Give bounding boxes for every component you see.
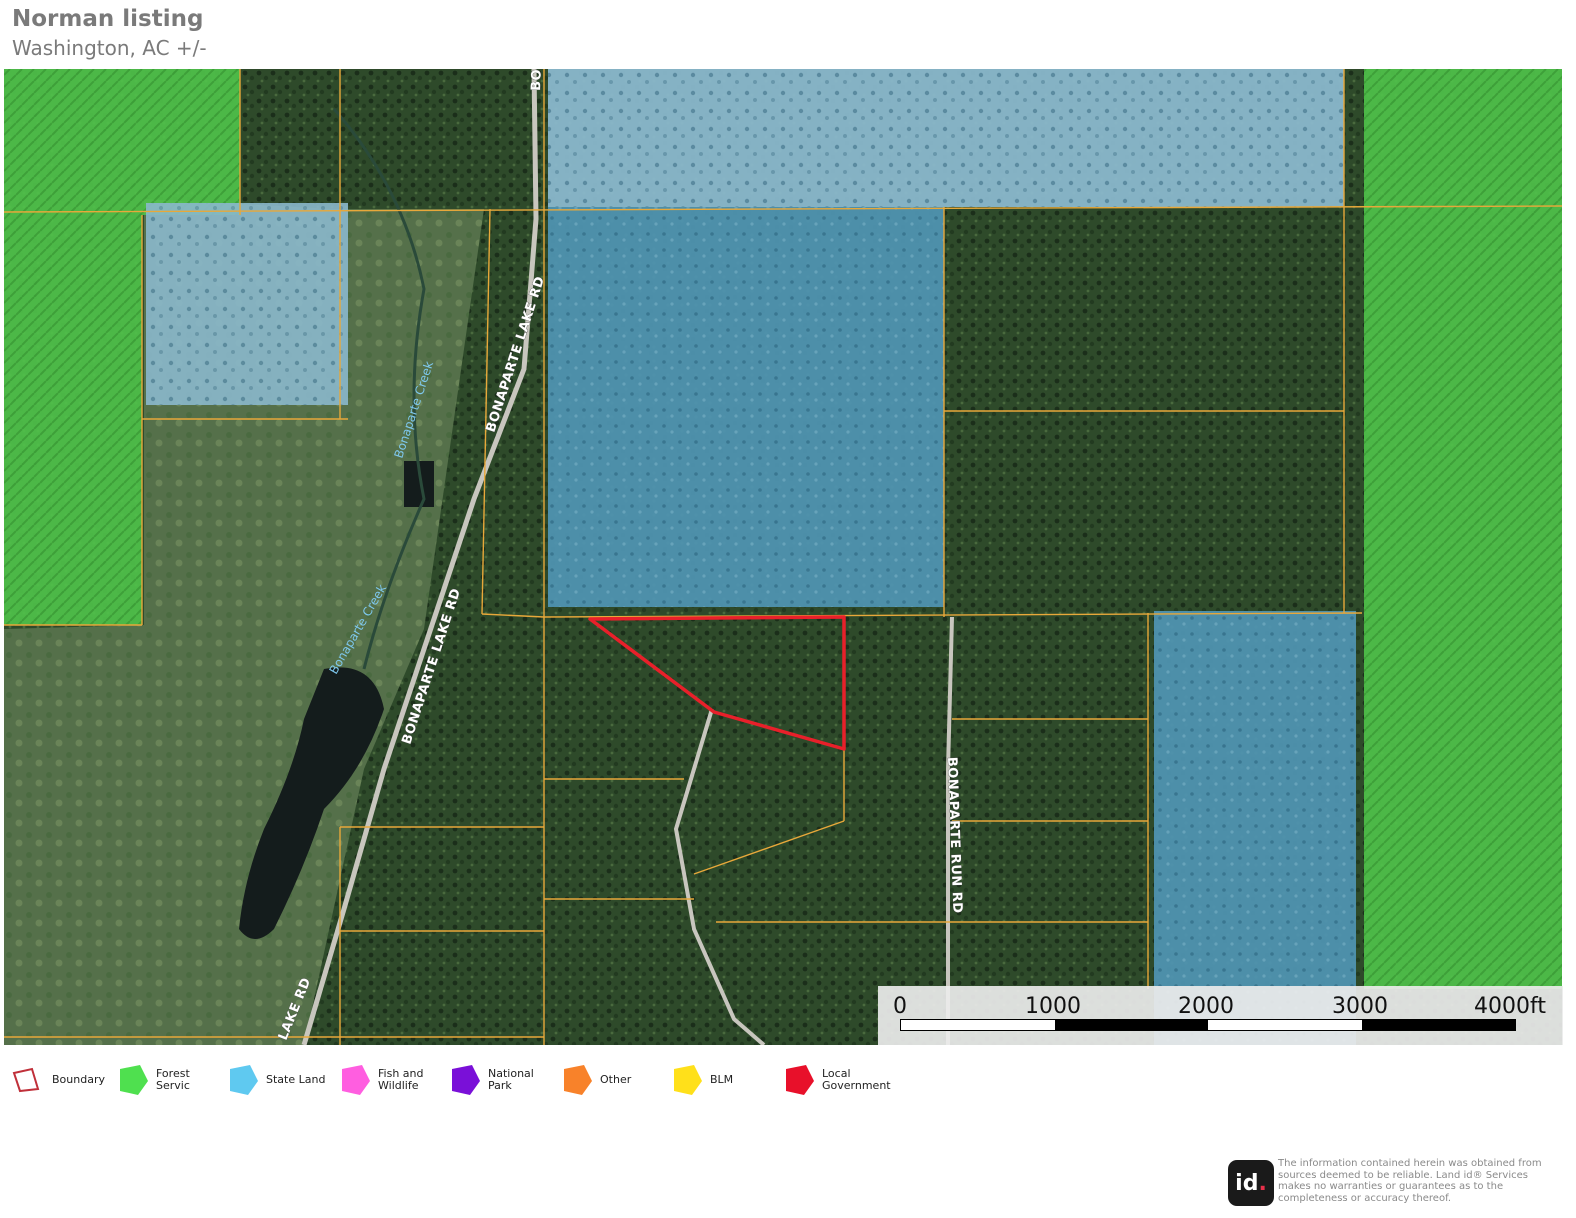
listing-subtitle: Washington, AC +/-: [12, 36, 207, 60]
scale-label-3000: 3000: [1332, 994, 1388, 1019]
road-label-top: BO: [529, 69, 545, 91]
scale-label-4000ft: 4000ft: [1474, 994, 1546, 1019]
legend-item-boundary: Boundary: [10, 1060, 116, 1100]
legend-item-other: Other: [558, 1060, 660, 1100]
state-land-swatch-icon: [230, 1065, 258, 1095]
footer: id. The information contained herein was…: [1228, 1158, 1568, 1210]
legend-label: Fish and Wildlife: [378, 1068, 424, 1092]
fish-wildlife-swatch-icon: [342, 1065, 370, 1095]
legend-label: Boundary: [52, 1074, 105, 1086]
scale-segment: [1361, 1020, 1515, 1030]
legend-item-forest-service: Forest Servic: [114, 1060, 222, 1100]
legend-label: Forest Servic: [156, 1068, 190, 1092]
scale-label-0: 0: [893, 994, 907, 1019]
legend-label: Other: [600, 1074, 632, 1086]
legend-item-fish-wildlife: Fish and Wildlife: [336, 1060, 438, 1100]
legend-label: State Land: [266, 1074, 326, 1086]
national-park-swatch-icon: [452, 1065, 480, 1095]
forest-service-nw-upper: [4, 69, 240, 215]
legend-item-local-government: Local Government: [780, 1060, 902, 1100]
state-land-west: [146, 203, 348, 405]
scale-bar: 0 1000 2000 3000 4000ft: [878, 986, 1563, 1045]
other-swatch-icon: [564, 1065, 592, 1095]
scale-label-2000: 2000: [1178, 994, 1234, 1019]
scale-segment: [1208, 1020, 1362, 1030]
local-government-swatch-icon: [786, 1065, 814, 1095]
state-land-center: [548, 207, 944, 607]
aerial-map[interactable]: BO BONAPARTE LAKE RD BONAPARTE LAKE RD L…: [4, 69, 1562, 1045]
listing-title: Norman listing: [12, 6, 204, 32]
legend-label: Local Government: [822, 1068, 891, 1092]
disclaimer-text: The information contained herein was obt…: [1278, 1158, 1542, 1204]
scale-track: [900, 1019, 1516, 1031]
legend-item-national-park: National Park: [446, 1060, 552, 1100]
forest-service-nw-lower: [4, 215, 142, 625]
logo-text: id: [1235, 1170, 1259, 1196]
map-legend: Boundary Forest Servic State Land Fish a…: [10, 1060, 910, 1100]
scale-label-1000: 1000: [1025, 994, 1081, 1019]
blm-swatch-icon: [674, 1065, 702, 1095]
state-land-north: [548, 69, 1344, 207]
map-header: Norman listing Washington, AC +/-: [12, 4, 207, 62]
legend-item-state-land: State Land: [224, 1060, 334, 1100]
logo-dot: .: [1258, 1170, 1267, 1196]
scale-segment: [901, 1020, 1055, 1030]
legend-item-blm: BLM: [668, 1060, 770, 1100]
boundary-outline-icon: [12, 1067, 40, 1093]
state-land-southeast: [1154, 611, 1356, 1045]
land-id-logo: id.: [1228, 1160, 1274, 1206]
legend-label: National Park: [488, 1068, 534, 1092]
scale-segment: [1054, 1020, 1208, 1030]
forest-service-swatch-icon: [120, 1065, 148, 1095]
legend-label: BLM: [710, 1074, 734, 1086]
